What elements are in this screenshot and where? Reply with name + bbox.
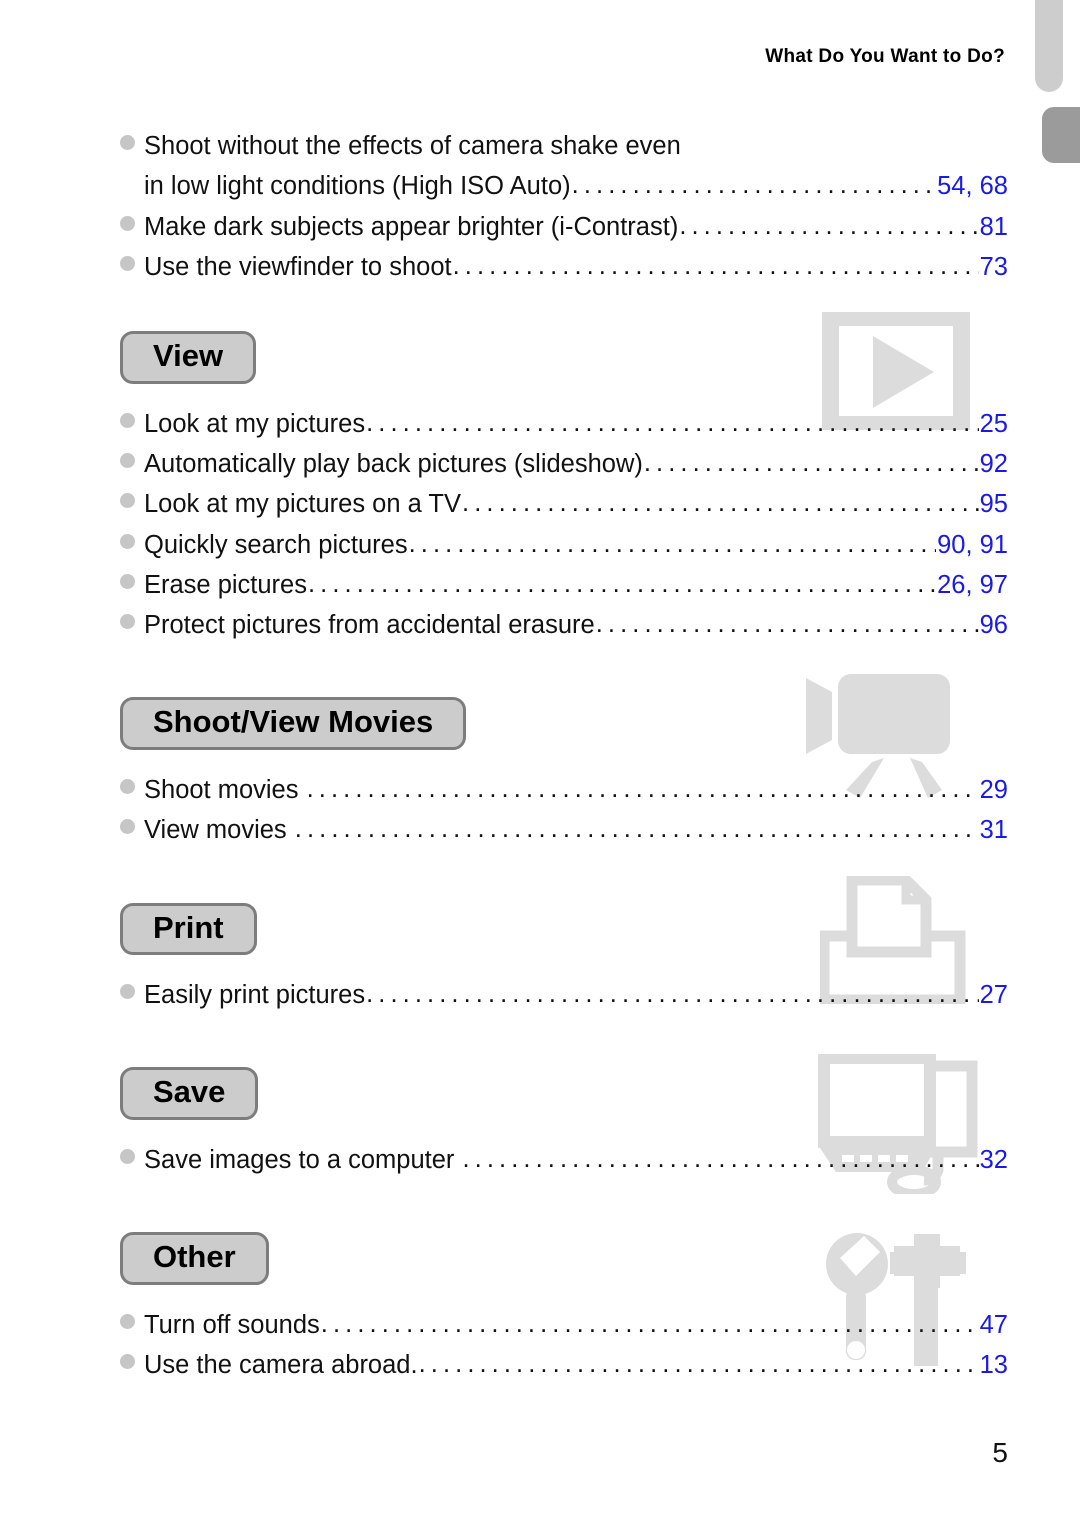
- section-badge-view: View: [120, 331, 257, 384]
- bullet-icon: [120, 1313, 135, 1329]
- toc-entry[interactable]: Use the viewfinder to shoot ............…: [120, 247, 1008, 287]
- page-number: 13: [979, 1351, 1008, 1380]
- page-number: 27: [979, 981, 1008, 1010]
- bullet-icon: [120, 453, 135, 469]
- section-badge-save: Save: [120, 1067, 259, 1121]
- page-number: 25: [979, 409, 1008, 438]
- page-number: 92: [979, 450, 1008, 479]
- page-number: 32: [979, 1146, 1008, 1175]
- bullet-icon: [120, 412, 135, 428]
- bullet-icon: [120, 533, 135, 549]
- toc-entry[interactable]: Protect pictures from accidental erasure…: [120, 605, 1008, 645]
- page-number: 96: [979, 611, 1008, 640]
- page-number: 54, 68: [937, 172, 1008, 201]
- bullet-icon: [120, 779, 135, 795]
- section-save: Save: [120, 1067, 1008, 1121]
- toc-entry[interactable]: Shoot movies ...........................…: [120, 770, 1008, 810]
- bullet-icon: [120, 614, 135, 630]
- page-number: 90, 91: [937, 530, 1008, 559]
- section-badge-shoot-view-movies: Shoot/View Movies: [120, 697, 467, 751]
- bullet-icon: [120, 1149, 135, 1165]
- page-number: 81: [979, 212, 1008, 241]
- toc-entry[interactable]: View movies ............................…: [120, 810, 1008, 850]
- intro-entry-group: Shoot without the effects of camera shak…: [120, 126, 1008, 287]
- index-tab-light: [1035, 0, 1063, 92]
- bullet-icon: [120, 493, 135, 509]
- section-badge-other: Other: [120, 1232, 269, 1285]
- page-number: 73: [979, 252, 1008, 281]
- page-number-folio: 5: [992, 1437, 1008, 1468]
- bullet-icon: [120, 819, 135, 835]
- bullet-icon: [120, 135, 135, 150]
- running-header: What Do You Want to Do?: [765, 46, 1005, 67]
- toc-entry[interactable]: Turn off sounds ........................…: [120, 1305, 1008, 1345]
- bullet-icon: [120, 1354, 135, 1370]
- bullet-icon: [120, 255, 135, 271]
- toc-entry[interactable]: Use the camera abroad. .................…: [120, 1345, 1008, 1385]
- section-badge-print: Print: [120, 902, 257, 956]
- toc-entry[interactable]: Save images to a computer ..............…: [120, 1140, 1008, 1180]
- toc-entry[interactable]: Shoot without the effects of camera shak…: [120, 126, 1008, 166]
- toc-entry-continuation[interactable]: in low light conditions (High ISO Auto) …: [120, 166, 1008, 206]
- toc-content: Shoot without the effects of camera shak…: [120, 126, 1008, 1386]
- bullet-icon: [120, 573, 135, 589]
- toc-entry[interactable]: Look at my pictures ....................…: [120, 404, 1008, 444]
- index-tab-dark: [1042, 107, 1080, 163]
- toc-entry[interactable]: Look at my pictures on a TV ............…: [120, 484, 1008, 524]
- toc-entry[interactable]: Quickly search pictures ................…: [120, 525, 1008, 565]
- page-number: 29: [979, 776, 1008, 805]
- section-view: View: [120, 331, 1008, 384]
- bullet-icon: [120, 984, 135, 1000]
- page-number: 31: [979, 816, 1008, 845]
- page-number: 47: [979, 1310, 1008, 1339]
- section-other: Other: [120, 1232, 1008, 1285]
- toc-entry[interactable]: Erase pictures .........................…: [120, 565, 1008, 605]
- section-shoot-view-movies: Shoot/View Movies: [120, 697, 1008, 751]
- toc-entry[interactable]: Easily print pictures ..................…: [120, 975, 1008, 1015]
- toc-entry[interactable]: Automatically play back pictures (slides…: [120, 444, 1008, 484]
- section-print: Print: [120, 902, 1008, 956]
- bullet-icon: [120, 215, 135, 231]
- page-number: 95: [979, 490, 1008, 519]
- page-number: 26, 97: [937, 570, 1008, 599]
- toc-entry[interactable]: Make dark subjects appear brighter (i-Co…: [120, 207, 1008, 247]
